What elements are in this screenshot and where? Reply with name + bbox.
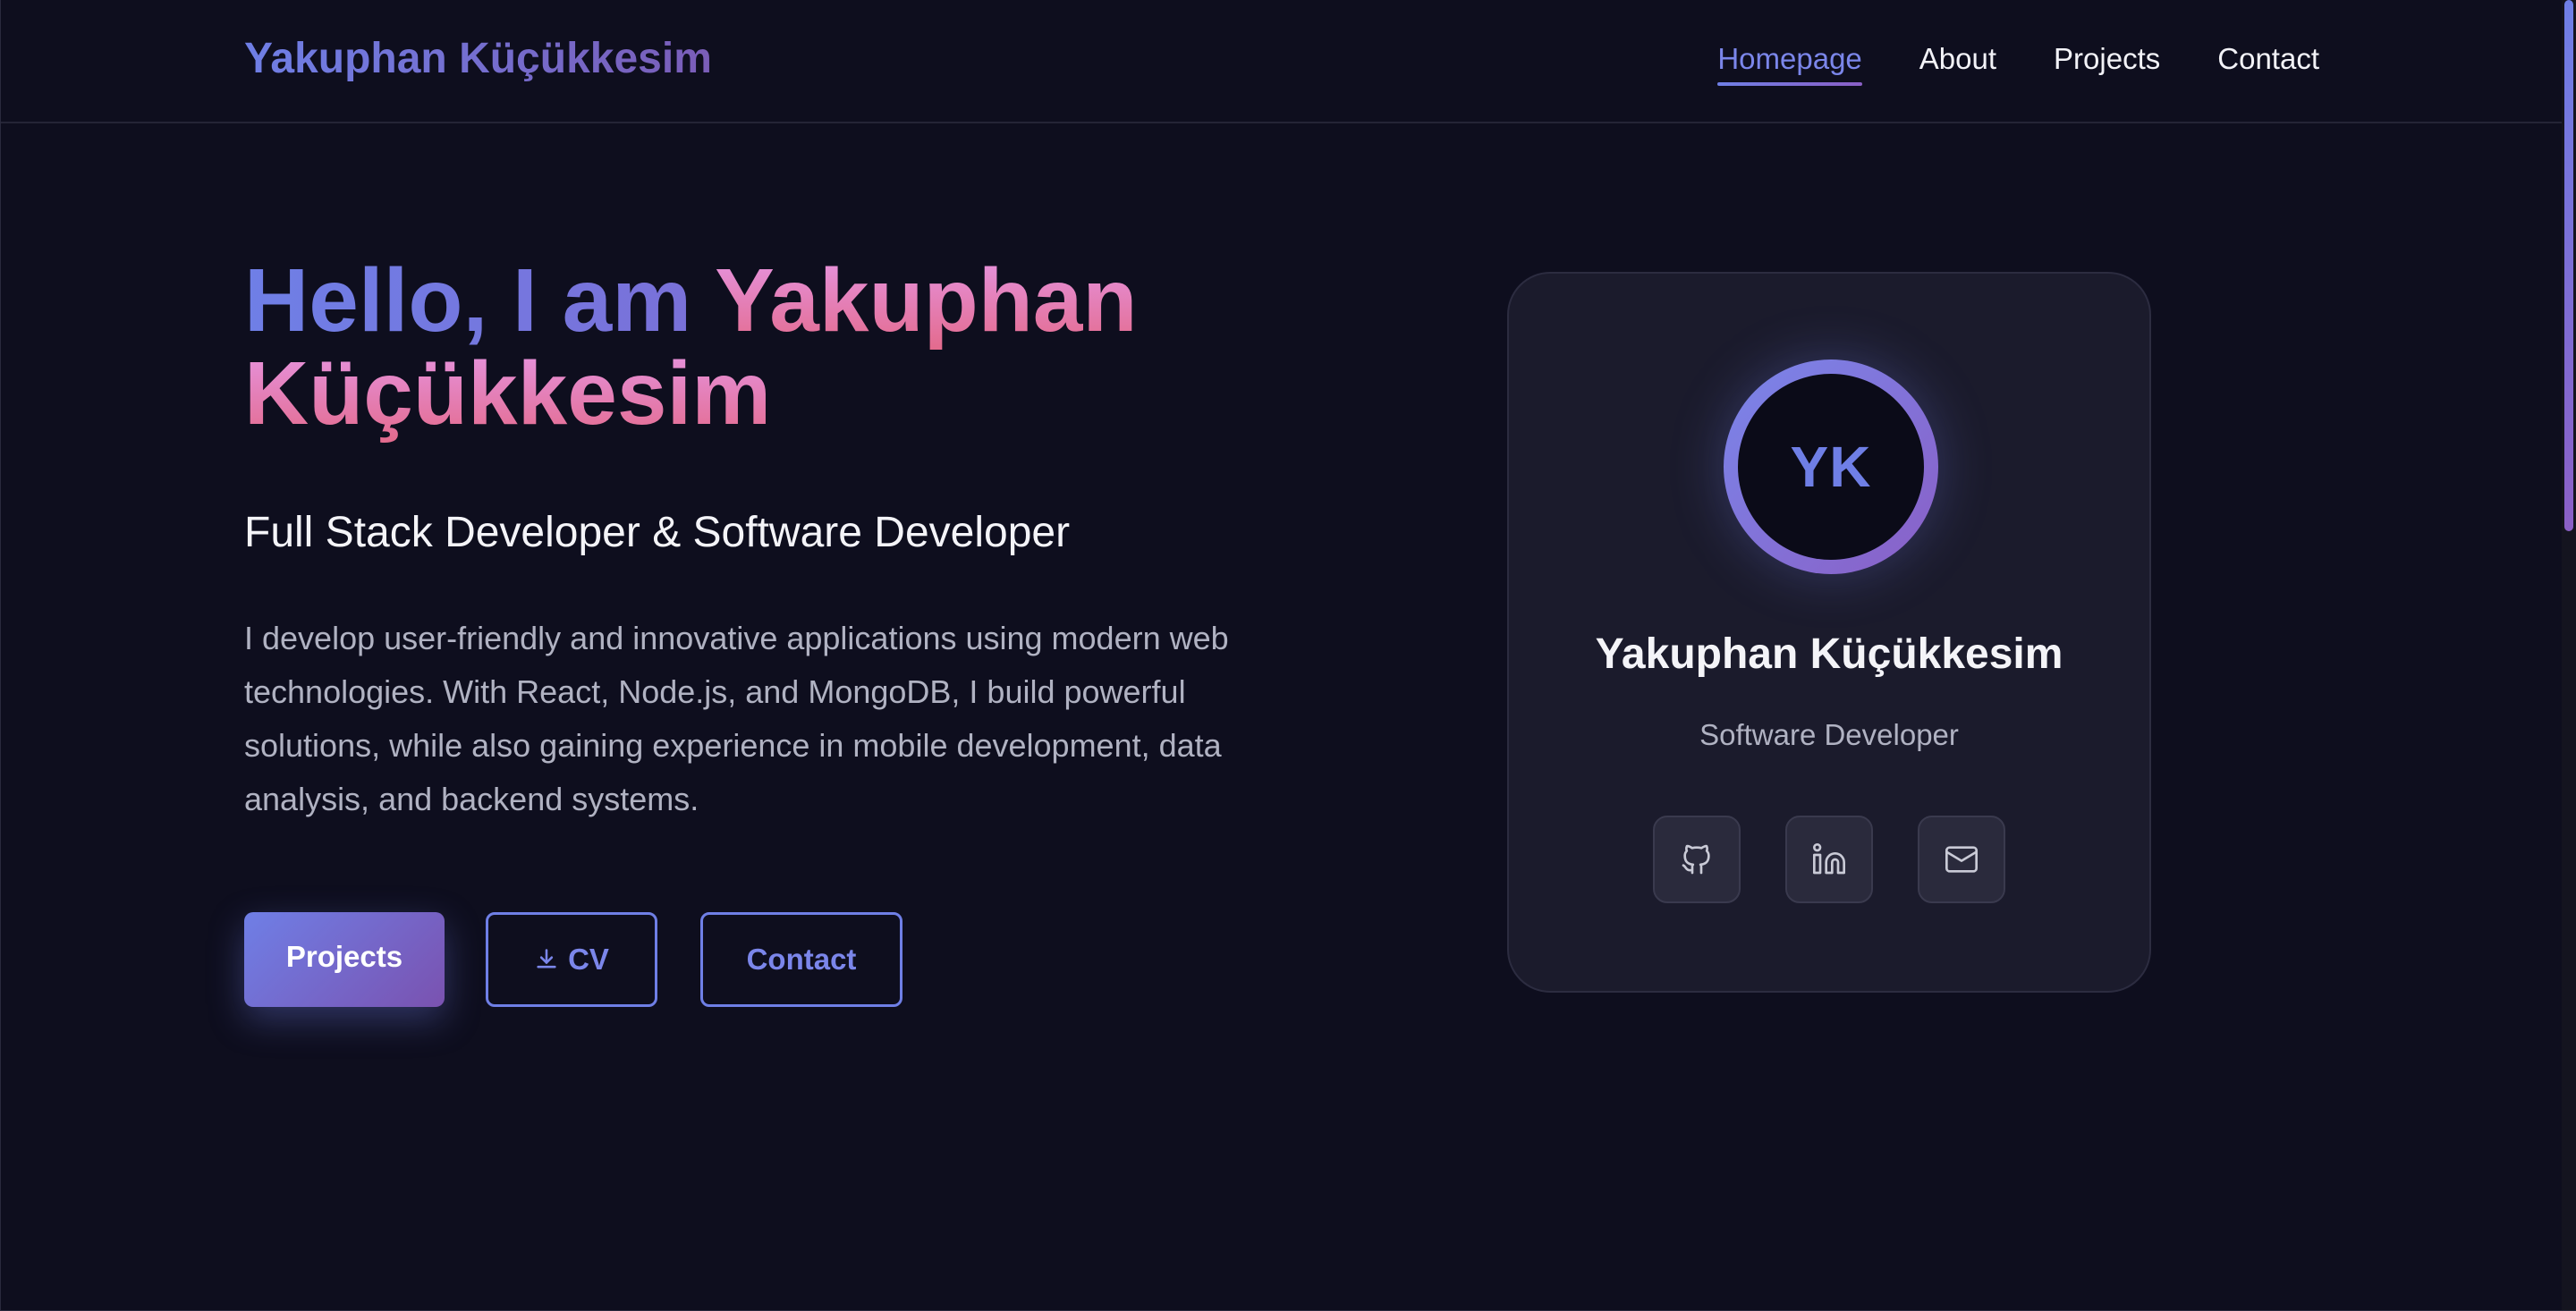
- hero-description: I develop user-friendly and innovative a…: [244, 620, 1229, 817]
- nav-link-about[interactable]: About: [1919, 39, 1996, 86]
- projects-button-label: Projects: [285, 940, 403, 973]
- brand-logo[interactable]: Yakuphan Küçükkesim: [244, 32, 712, 86]
- nav-links: Homepage About Projects Contact: [1717, 39, 2319, 86]
- profile-card: YK Yakuphan Küçükkesim Software Develope…: [1507, 272, 2151, 993]
- cv-button-label: CV: [568, 943, 609, 976]
- navbar: Yakuphan Küçükkesim Homepage About Proje…: [1, 0, 2563, 123]
- page: Yakuphan Küçükkesim Homepage About Proje…: [0, 0, 2576, 1311]
- avatar-initials: YK: [1790, 435, 1872, 499]
- github-icon: [1682, 844, 1710, 875]
- download-icon: [537, 949, 556, 968]
- projects-button[interactable]: Projects: [244, 912, 445, 1007]
- nav-link-homepage[interactable]: Homepage: [1717, 39, 1863, 86]
- scrollbar-thumb[interactable]: [2564, 0, 2573, 531]
- github-button[interactable]: [1653, 816, 1741, 903]
- page-scrollbar[interactable]: [2562, 0, 2576, 1310]
- hero-subtitle: Full Stack Developer & Software Develope…: [244, 509, 1071, 556]
- avatar-ring: YK: [1724, 359, 1938, 574]
- cv-download-button[interactable]: CV: [486, 912, 657, 1007]
- nav-link-contact[interactable]: Contact: [2217, 39, 2319, 86]
- card-role: Software Developer: [1699, 718, 1959, 751]
- social-links: [1509, 816, 2149, 903]
- mail-icon: [1945, 846, 1978, 873]
- hero-title: Hello, I am Yakuphan Küçükkesim: [244, 254, 1228, 440]
- avatar: YK: [1738, 374, 1924, 560]
- nav-link-projects[interactable]: Projects: [2054, 39, 2160, 86]
- contact-button-label: Contact: [746, 943, 857, 976]
- mail-button[interactable]: [1918, 816, 2005, 903]
- linkedin-icon: [1813, 843, 1845, 875]
- card-name: Yakuphan Küçükkesim: [1595, 630, 2063, 678]
- contact-button[interactable]: Contact: [700, 912, 902, 1007]
- linkedin-button[interactable]: [1785, 816, 1873, 903]
- hero-title-greeting: Hello, I am: [244, 250, 716, 351]
